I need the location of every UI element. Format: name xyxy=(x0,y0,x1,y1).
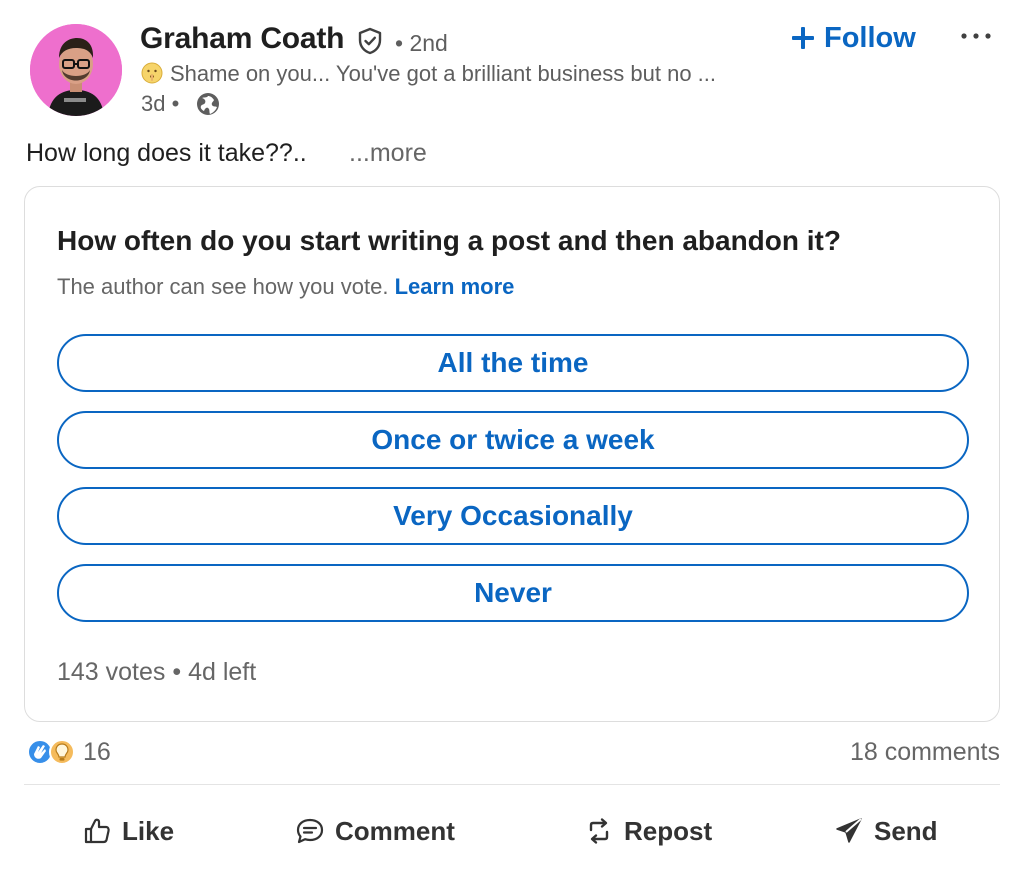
like-label: Like xyxy=(122,815,175,846)
clap-reaction-icon xyxy=(27,739,53,765)
comment-label: Comment xyxy=(335,815,455,846)
poll-visibility-note: The author can see how you vote. Learn m… xyxy=(57,274,514,300)
like-button[interactable]: Like xyxy=(82,811,174,851)
insightful-bulb-icon xyxy=(49,739,75,765)
learn-more-link[interactable]: Learn more xyxy=(395,274,515,299)
repost-label: Repost xyxy=(624,815,713,846)
poll-option-once-or-twice[interactable]: Once or twice a week xyxy=(57,411,969,469)
poll-option-never[interactable]: Never xyxy=(57,564,969,622)
comments-count[interactable]: 18 comments xyxy=(850,738,1000,767)
reaction-icons[interactable] xyxy=(26,736,82,768)
send-button[interactable]: Send xyxy=(834,811,938,851)
author-avatar[interactable] xyxy=(30,24,122,116)
poll-card: How often do you start writing a post an… xyxy=(24,186,1000,722)
poll-option-all-the-time[interactable]: All the time xyxy=(57,334,969,392)
poll-question: How often do you start writing a post an… xyxy=(57,225,841,256)
thumbs-up-icon xyxy=(84,818,110,844)
follow-button[interactable]: Follow xyxy=(790,18,916,58)
divider xyxy=(24,784,1000,785)
poll-option-very-occasionally[interactable]: Very Occasionally xyxy=(57,487,969,545)
follow-label: Follow xyxy=(824,21,916,54)
reactions-count[interactable]: 16 xyxy=(83,738,111,767)
connection-degree: • 2nd xyxy=(395,30,448,56)
repost-button[interactable]: Repost xyxy=(584,811,712,851)
author-headline: Shame on you... You've got a brilliant b… xyxy=(170,61,717,86)
author-name[interactable]: Graham Coath xyxy=(140,22,345,56)
comment-icon xyxy=(296,818,324,844)
shushing-face-emoji-icon xyxy=(141,62,163,84)
comment-button[interactable]: Comment xyxy=(295,811,455,851)
poll-meta: 143 votes • 4d left xyxy=(57,658,256,687)
plus-icon xyxy=(792,27,814,49)
shield-check-icon xyxy=(358,27,382,55)
poll-note-text: The author can see how you vote. xyxy=(57,274,389,299)
poll-separator: • xyxy=(172,658,182,686)
send-label: Send xyxy=(874,815,938,846)
post-timestamp: 3d • xyxy=(141,91,180,116)
globe-icon xyxy=(197,93,219,115)
send-icon xyxy=(836,818,862,843)
post-text: How long does it take??.. xyxy=(26,139,307,167)
poll-votes[interactable]: 143 votes xyxy=(57,658,165,686)
more-horizontal-icon[interactable] xyxy=(958,26,994,46)
see-more-link[interactable]: ...more xyxy=(349,139,427,168)
feed-post: Graham Coath • 2nd Shame on you... You'v… xyxy=(0,0,1024,869)
poll-time-left: 4d left xyxy=(188,658,257,686)
repost-icon xyxy=(589,818,609,844)
